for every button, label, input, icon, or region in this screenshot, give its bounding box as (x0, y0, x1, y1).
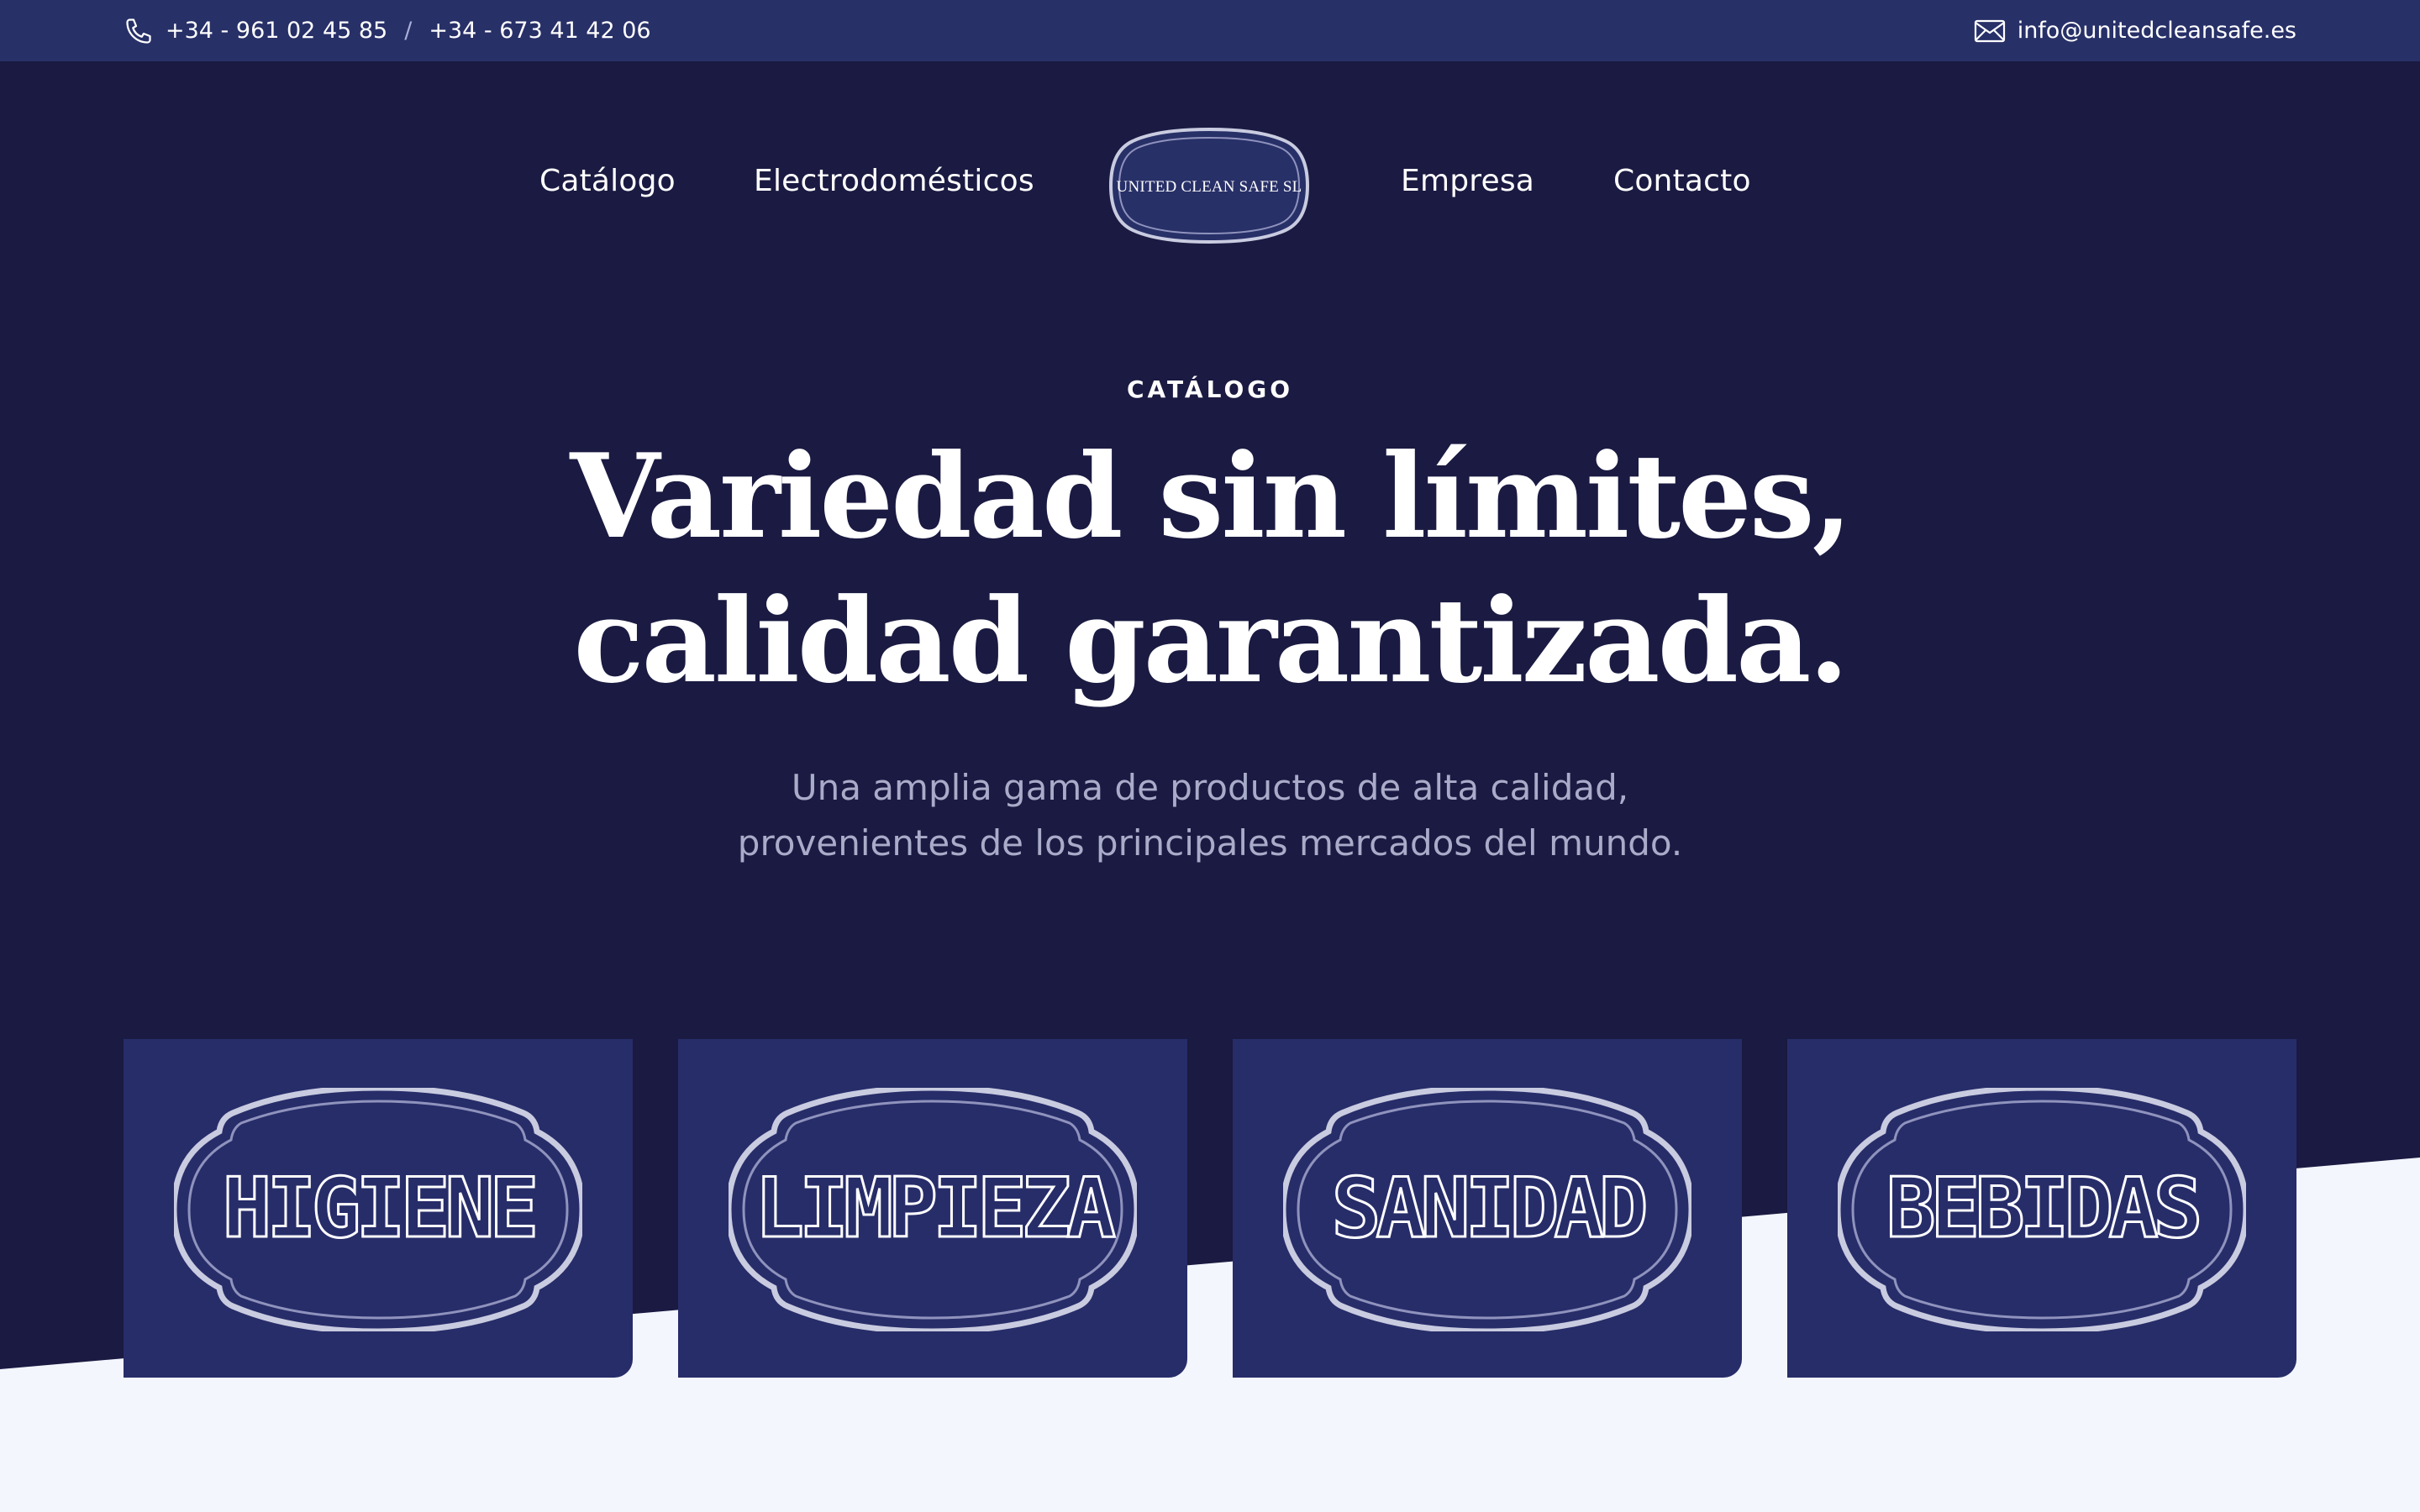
nav-electrodomesticos[interactable]: Electrodomésticos (754, 164, 1034, 198)
phone-numbers: +34 - 961 02 45 85 / +34 - 673 41 42 06 (124, 0, 651, 61)
category-cards: HIGIENE LIMPIEZA SANIDAD BEBIDAS (124, 1039, 2296, 1378)
logo-text: UNITED CLEAN SAFE SL (1117, 178, 1302, 196)
category-label: LIMPIEZA (753, 1160, 1117, 1258)
phone-link-1[interactable]: +34 - 961 02 45 85 (166, 18, 387, 44)
category-card-sanidad[interactable]: SANIDAD (1233, 1039, 1742, 1378)
hero-subtitle: Una amplia gama de productos de alta cal… (0, 760, 2420, 871)
main-nav: Catálogo Electrodomésticos UNITED CLEAN … (0, 126, 2420, 244)
nav-contacto[interactable]: Contacto (1613, 164, 1751, 198)
category-label: BEBIDAS (1885, 1160, 2204, 1258)
phone-separator: / (404, 18, 413, 44)
nav-catalogo[interactable]: Catálogo (539, 164, 676, 198)
logo-badge: UNITED CLEAN SAFE SL (1108, 127, 1310, 244)
envelope-icon (1974, 18, 2006, 44)
category-card-limpieza[interactable]: LIMPIEZA (678, 1039, 1187, 1378)
subtitle-line-1: Una amplia gama de productos de alta cal… (791, 767, 1629, 808)
logo-link[interactable]: UNITED CLEAN SAFE SL (1107, 126, 1311, 245)
category-card-higiene[interactable]: HIGIENE (124, 1039, 633, 1378)
email-contact[interactable]: info@unitedcleansafe.es (1974, 0, 2296, 61)
headline-line-2: calidad garantizada. (573, 572, 1849, 709)
phone-icon (124, 16, 154, 46)
hero-headline: Variedad sin límites, calidad garantizad… (0, 424, 2420, 713)
section-eyebrow: CATÁLOGO (1126, 375, 1294, 403)
phone-link-2[interactable]: +34 - 673 41 42 06 (429, 18, 650, 44)
email-link[interactable]: info@unitedcleansafe.es (2018, 18, 2296, 44)
headline-line-1: Variedad sin límites, (570, 428, 1852, 564)
subtitle-line-2: provenientes de los principales mercados… (737, 822, 1683, 864)
contact-bar: +34 - 961 02 45 85 / +34 - 673 41 42 06 … (0, 0, 2420, 61)
nav-empresa[interactable]: Empresa (1401, 164, 1534, 198)
category-label: SANIDAD (1330, 1160, 1649, 1258)
category-label: HIGIENE (221, 1160, 540, 1258)
category-card-bebidas[interactable]: BEBIDAS (1787, 1039, 2296, 1378)
